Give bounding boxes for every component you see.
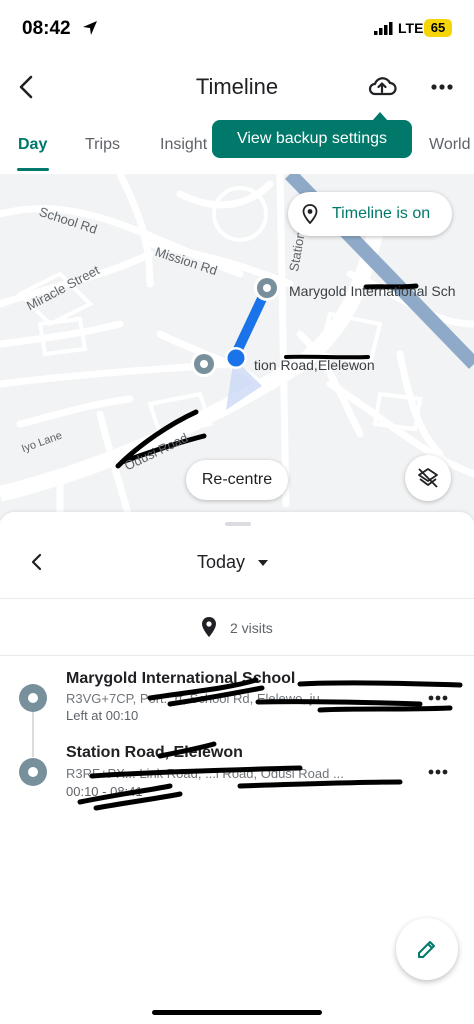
backup-settings-tooltip[interactable]: View backup settings (212, 120, 412, 158)
divider (0, 598, 474, 599)
edit-fab-button[interactable] (396, 918, 458, 980)
tab-day[interactable]: Day (18, 136, 47, 154)
map-layers-button[interactable] (405, 455, 451, 501)
page-title: Timeline (195, 74, 279, 99)
place-label: tion Road,Elelewon (254, 357, 375, 373)
divider (0, 655, 474, 656)
home-indicator[interactable] (152, 1010, 322, 1015)
dropdown-arrow-icon[interactable] (258, 560, 268, 566)
visit-place-icon (19, 758, 47, 786)
visit-place-icon (19, 684, 47, 712)
drag-handle[interactable] (225, 522, 251, 526)
more-horizontal-icon[interactable] (426, 72, 458, 102)
more-horizontal-icon[interactable] (424, 762, 452, 782)
map-view[interactable]: School Rd Mission Rd Miracle Street Stat… (0, 174, 474, 520)
tab-insights[interactable]: Insight (160, 136, 207, 154)
tab-world[interactable]: World (429, 136, 471, 154)
layers-off-icon (418, 468, 438, 488)
pencil-icon (418, 941, 435, 958)
visit-time: 00:10 - 08:41 (66, 784, 143, 799)
active-tab-indicator (17, 168, 49, 171)
timeline-status-chip[interactable]: Timeline is on (288, 192, 452, 236)
app-bar: Timeline (0, 56, 474, 120)
battery-indicator: 65 (424, 19, 452, 37)
location-pin-icon (302, 204, 318, 224)
visit-address: R3RF+PX... Link Road, ...l Road, Odusi R… (66, 766, 344, 781)
signal-bars-icon (374, 22, 393, 35)
visit-item[interactable]: Marygold International School R3VG+7CP, … (0, 662, 474, 742)
visit-address: R3VG+7CP, Port...rt, School Rd, Elelewo,… (66, 691, 320, 706)
timeline-status-label: Timeline is on (332, 205, 431, 222)
network-type: LTE (398, 20, 424, 36)
recentre-button[interactable]: Re-centre (186, 460, 288, 500)
visit-name: Station Road, Elelewon (66, 744, 243, 761)
visits-count: 2 visits (230, 620, 273, 636)
location-arrow-icon (83, 21, 97, 35)
visit-name: Marygold International School (66, 670, 296, 687)
visit-time: Left at 00:10 (66, 708, 139, 723)
location-pin-icon (202, 617, 216, 637)
date-selector[interactable]: Today (197, 552, 245, 573)
visit-item[interactable]: Station Road, Elelewon R3RF+PX... Link R… (0, 742, 474, 822)
chevron-left-icon[interactable] (26, 550, 48, 574)
cloud-upload-icon[interactable] (366, 72, 398, 102)
place-label: Marygold International Sch (289, 283, 456, 299)
more-horizontal-icon[interactable] (424, 688, 452, 708)
timeline-bottom-sheet: Today 2 visits Marygold International Sc… (0, 512, 474, 1024)
tab-trips[interactable]: Trips (85, 136, 120, 154)
status-time: 08:42 (22, 18, 71, 39)
status-bar: 08:42 LTE 65 (0, 0, 474, 56)
